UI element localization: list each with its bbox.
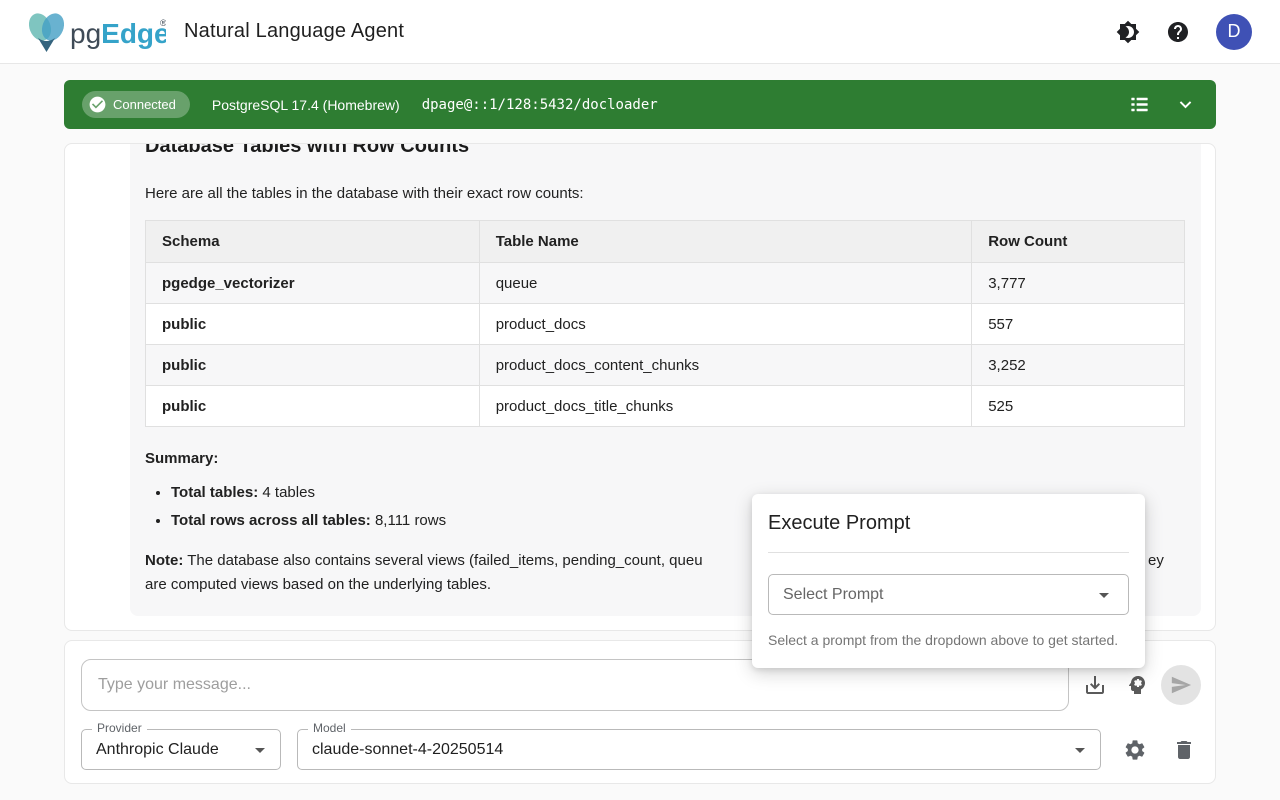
dropdown-arrow-icon (248, 738, 272, 762)
select-prompt-dropdown[interactable]: Select Prompt (768, 574, 1129, 615)
psychology-icon[interactable] (1125, 673, 1149, 697)
pgedge-logo: pgEdge ® (24, 10, 166, 54)
help-icon[interactable] (1166, 20, 1190, 44)
app-header: pgEdge ® Natural Language Agent D (0, 0, 1280, 64)
connection-list-icon[interactable] (1128, 93, 1152, 117)
connection-status-label: Connected (113, 97, 176, 112)
prompt-helper-text: Select a prompt from the dropdown above … (768, 632, 1129, 648)
send-button[interactable] (1161, 665, 1201, 705)
cell-table-name: product_docs (479, 304, 972, 345)
connection-string: dpage@::1/128:5432/docloader (422, 97, 658, 113)
note-fragment: ey (1148, 549, 1164, 573)
connection-status-badge: Connected (82, 91, 190, 118)
download-icon[interactable] (1083, 673, 1107, 697)
connection-expand-chevron-icon[interactable] (1174, 93, 1198, 117)
table-header-row: Schema Table Name Row Count (146, 221, 1185, 263)
model-select[interactable]: Model claude-sonnet-4-20250514 (297, 729, 1101, 770)
server-version: PostgreSQL 17.4 (Homebrew) (212, 97, 400, 113)
cell-table-name: queue (479, 263, 972, 304)
cell-row-count: 525 (972, 386, 1185, 427)
user-avatar[interactable]: D (1216, 14, 1252, 50)
send-icon (1170, 674, 1192, 696)
cell-table-name: product_docs_title_chunks (479, 386, 972, 427)
cell-row-count: 557 (972, 304, 1185, 345)
check-circle-icon (88, 95, 107, 114)
cell-schema: public (146, 386, 480, 427)
dropdown-arrow-icon (1068, 738, 1092, 762)
cell-row-count: 3,252 (972, 345, 1185, 386)
cell-schema: pgedge_vectorizer (146, 263, 480, 304)
cell-schema: public (146, 345, 480, 386)
provider-label: Provider (92, 722, 147, 734)
dropdown-arrow-icon (1092, 583, 1116, 607)
db-tables-table: Schema Table Name Row Count pgedge_vecto… (145, 220, 1185, 427)
trash-icon[interactable] (1172, 738, 1196, 762)
provider-select[interactable]: Provider Anthropic Claude (81, 729, 281, 770)
summary-label: Summary: (145, 447, 1186, 471)
model-value: claude-sonnet-4-20250514 (312, 741, 503, 759)
column-header-table-name: Table Name (479, 221, 972, 263)
svg-text:®: ® (160, 18, 166, 28)
message-heading: Database Tables with Row Counts (145, 143, 1186, 160)
column-header-schema: Schema (146, 221, 480, 263)
execute-prompt-title: Execute Prompt (768, 512, 1129, 535)
table-row: public product_docs_content_chunks 3,252 (146, 345, 1185, 386)
connection-bar[interactable]: Connected PostgreSQL 17.4 (Homebrew) dpa… (64, 80, 1216, 129)
cell-table-name: product_docs_content_chunks (479, 345, 972, 386)
table-row: public product_docs_title_chunks 525 (146, 386, 1185, 427)
column-header-row-count: Row Count (972, 221, 1185, 263)
model-label: Model (308, 722, 351, 734)
page-title: Natural Language Agent (184, 20, 404, 43)
divider (768, 552, 1129, 553)
provider-value: Anthropic Claude (96, 741, 219, 759)
cell-schema: public (146, 304, 480, 345)
message-intro: Here are all the tables in the database … (145, 184, 1186, 204)
svg-text:pgEdge: pgEdge (70, 18, 166, 49)
settings-gear-icon[interactable] (1123, 738, 1147, 762)
execute-prompt-panel: Execute Prompt Select Prompt Select a pr… (752, 494, 1145, 668)
dark-mode-toggle-icon[interactable] (1116, 20, 1140, 44)
select-prompt-value: Select Prompt (783, 586, 883, 604)
pgedge-logo-icon: pgEdge ® (24, 10, 166, 54)
cell-row-count: 3,777 (972, 263, 1185, 304)
table-row: public product_docs 557 (146, 304, 1185, 345)
table-row: pgedge_vectorizer queue 3,777 (146, 263, 1185, 304)
